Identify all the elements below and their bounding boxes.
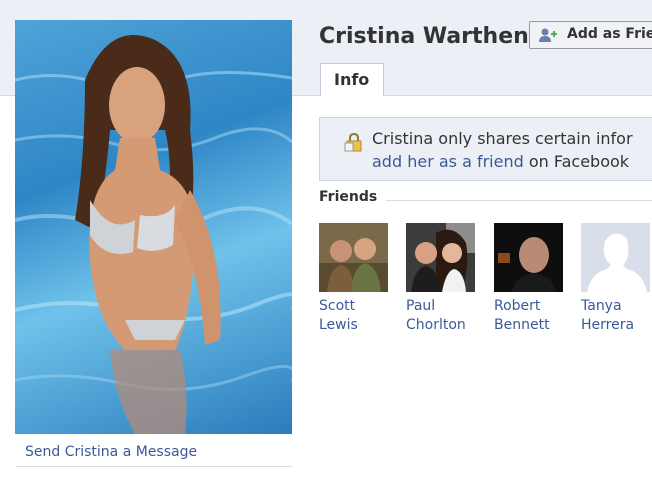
divider — [386, 200, 652, 201]
friend-last-name: Chorlton — [406, 317, 466, 333]
friend-name-scott-lewis[interactable]: Scott Lewis — [319, 297, 358, 335]
friend-last-name: Lewis — [319, 317, 358, 333]
friend-last-name: Bennett — [494, 317, 550, 333]
send-message-link[interactable]: Send Cristina a Message — [25, 444, 197, 460]
notice-suffix: on Facebook — [523, 152, 630, 171]
add-friend-button[interactable]: Add as Frie — [529, 21, 652, 49]
friend-name-robert-bennett[interactable]: Robert Bennett — [494, 297, 550, 335]
privacy-notice: Cristina only shares certain infor add h… — [319, 117, 652, 181]
friend-photo-paul-chorlton[interactable] — [406, 223, 475, 292]
profile-photo[interactable] — [15, 20, 292, 434]
friend-photo-tanya-herrera[interactable] — [581, 223, 650, 292]
add-her-as-friend-link[interactable]: add her as a friend — [372, 152, 524, 171]
friend-name-tanya-herrera[interactable]: Tanya Herrera — [581, 297, 634, 335]
friend-name-paul-chorlton[interactable]: Paul Chorlton — [406, 297, 466, 335]
friend-first-name: Paul — [406, 298, 436, 314]
friend-first-name: Tanya — [581, 298, 622, 314]
lock-icon — [344, 132, 364, 156]
friend-photo-scott-lewis[interactable] — [319, 223, 388, 292]
notice-text-2: add her as a friend on Facebook — [372, 152, 629, 171]
tab-info-label: Info — [334, 70, 370, 89]
friend-first-name: Scott — [319, 298, 356, 314]
profile-name: Cristina Warthen — [319, 24, 529, 49]
notice-text: Cristina only shares certain infor — [372, 129, 633, 148]
friend-last-name: Herrera — [581, 317, 635, 333]
friend-first-name: Robert — [494, 298, 541, 314]
add-friend-icon — [538, 27, 558, 43]
tab-info[interactable]: Info — [320, 63, 384, 96]
friend-photo-robert-bennett[interactable] — [494, 223, 563, 292]
add-friend-label: Add as Frie — [567, 26, 652, 42]
divider — [15, 466, 292, 467]
friends-section-title: Friends — [319, 189, 378, 205]
